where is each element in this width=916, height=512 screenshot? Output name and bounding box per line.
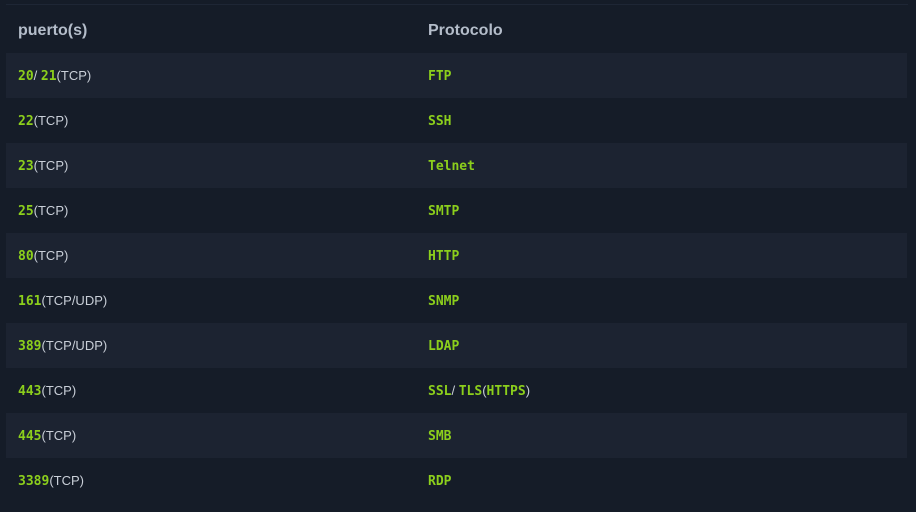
plain-text: (TCP) <box>49 472 84 488</box>
table-row: 3389(TCP) RDP <box>6 458 907 503</box>
protocol-cell: SNMP <box>416 292 907 310</box>
port-cell: 25(TCP) <box>6 202 416 220</box>
protocol-cell: Telnet <box>416 157 907 175</box>
port-cell: 20/ 21(TCP) <box>6 67 416 85</box>
code-text: RDP <box>428 473 452 489</box>
column-header-ports: puerto(s) <box>18 21 88 39</box>
plain-text: (TCP) <box>33 112 69 128</box>
table-row: 389(TCP/UDP) LDAP <box>6 323 907 368</box>
port-cell: 80(TCP) <box>6 247 416 265</box>
protocol-cell: SMB <box>416 427 907 445</box>
port-cell: 443(TCP) <box>6 382 416 400</box>
table-row: 161(TCP/UDP) SNMP <box>6 278 907 323</box>
plain-text: (TCP) <box>56 67 92 83</box>
ports-table: puerto(s) Protocolo 20/ 21(TCP) FTP 22(TCP… <box>6 8 907 503</box>
table-row: 445(TCP) SMB <box>6 413 907 458</box>
code-text: SSH <box>428 113 452 129</box>
protocol-cell: SSL/ TLS(HTTPS) <box>416 382 907 400</box>
port-cell: 445(TCP) <box>6 427 416 445</box>
code-text: SSL <box>428 383 452 399</box>
code-text: 22 <box>18 113 34 129</box>
code-text: Telnet <box>428 158 475 174</box>
code-text: 389 <box>18 338 42 354</box>
table-header: puerto(s) Protocolo <box>6 8 907 53</box>
plain-text: (TCP/UDP) <box>41 337 108 353</box>
protocol-cell: HTTP <box>416 247 907 265</box>
protocol-cell: RDP <box>416 472 907 490</box>
plain-text: (TCP) <box>41 382 77 398</box>
code-text: HTTP <box>428 248 460 264</box>
code-text: 443 <box>18 383 42 399</box>
column-header-protocol: Protocolo <box>428 21 503 39</box>
plain-text: / <box>451 382 459 398</box>
plain-text: (TCP) <box>41 427 77 443</box>
table-row: 80(TCP) HTTP <box>6 233 907 278</box>
table-row: 22(TCP) SSH <box>6 98 907 143</box>
code-text: 23 <box>18 158 34 174</box>
protocol-cell: LDAP <box>416 337 907 355</box>
plain-text: (TCP) <box>33 202 69 218</box>
table-row: 20/ 21(TCP) FTP <box>6 53 907 98</box>
code-text: SMB <box>428 428 452 444</box>
plain-text: (TCP) <box>33 157 69 173</box>
code-text: 445 <box>18 428 42 444</box>
code-text: 21 <box>40 68 57 84</box>
protocol-cell: SSH <box>416 112 907 130</box>
code-text: SMTP <box>428 203 460 219</box>
code-text: SNMP <box>428 293 460 309</box>
port-cell: 3389(TCP) <box>6 472 416 490</box>
code-text: TLS <box>458 383 483 399</box>
code-text: 3389 <box>18 473 50 489</box>
port-cell: 22(TCP) <box>6 112 416 130</box>
table-row: 25(TCP) SMTP <box>6 188 907 233</box>
port-cell: 161(TCP/UDP) <box>6 292 416 310</box>
table-body: 20/ 21(TCP) FTP 22(TCP) SSH 23(TCP) Telnet 25(… <box>6 53 907 503</box>
plain-text: (TCP/UDP) <box>41 292 108 308</box>
table-row: 443(TCP) SSL/ TLS(HTTPS) <box>6 368 907 413</box>
code-text: 161 <box>18 293 42 309</box>
code-text: LDAP <box>428 338 460 354</box>
code-text: 20 <box>18 68 34 84</box>
port-cell: 23(TCP) <box>6 157 416 175</box>
protocol-cell: FTP <box>416 67 907 85</box>
divider <box>6 4 908 5</box>
port-cell: 389(TCP/UDP) <box>6 337 416 355</box>
table-row: 23(TCP) Telnet <box>6 143 907 188</box>
page: puerto(s) Protocolo 20/ 21(TCP) FTP 22(TCP… <box>0 0 916 512</box>
code-text: 25 <box>18 203 34 219</box>
protocol-cell: SMTP <box>416 202 907 220</box>
code-text: 80 <box>18 248 34 264</box>
code-text: HTTPS <box>486 383 526 399</box>
plain-text: (TCP) <box>33 247 69 263</box>
plain-text: / <box>33 67 41 83</box>
code-text: FTP <box>428 68 452 84</box>
plain-text: ) <box>525 382 531 398</box>
